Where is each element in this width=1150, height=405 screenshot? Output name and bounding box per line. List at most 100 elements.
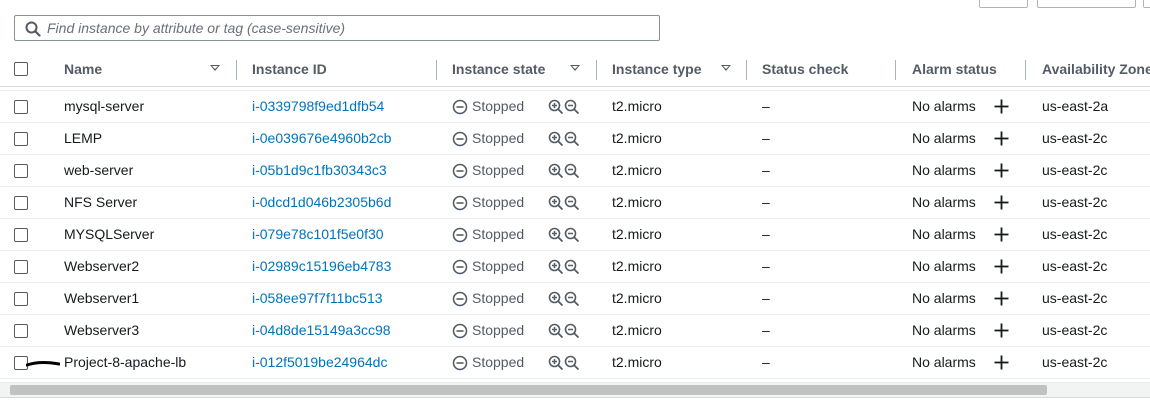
instance-type: t2.micro [612,130,662,146]
zoom-in-icon[interactable] [548,99,564,115]
instance-id-link[interactable]: i-058ee97f7f11bc513 [252,283,383,314]
zoom-out-icon[interactable] [564,131,580,147]
table-row[interactable]: Webserver2 i-02989c15196eb4783 Stopped t2.m… [0,251,1150,283]
availability-zone: us-east-2a [1042,98,1109,114]
instance-id-link[interactable]: i-05b1d9c1fb30343c3 [252,155,387,186]
plus-icon[interactable] [993,130,1010,147]
column-resizer[interactable] [436,60,437,80]
row-checkbox[interactable] [14,196,28,210]
alarm-status: No alarms [912,162,976,178]
plus-icon[interactable] [993,258,1010,275]
zoom-in-icon[interactable] [548,131,564,147]
column-resizer[interactable] [895,60,896,80]
column-header-instance-state[interactable]: Instance state [452,52,545,86]
column-header-availability-zone[interactable]: Availability Zone [1042,52,1150,86]
scrollbar-thumb[interactable] [10,385,1047,395]
plus-icon[interactable] [993,226,1010,243]
alarm-status: No alarms [912,194,976,210]
alarm-status: No alarms [912,322,976,338]
table-row[interactable]: Webserver1 i-058ee97f7f11bc513 Stopped t2.m… [0,283,1150,315]
column-header-alarm-status[interactable]: Alarm status [912,52,997,86]
column-header-name[interactable]: Name [64,52,102,86]
horizontal-scrollbar[interactable] [0,382,1150,397]
zoom-out-icon[interactable] [564,163,580,179]
zoom-out-icon[interactable] [564,99,580,115]
plus-icon[interactable] [993,98,1010,115]
sort-instance-state-icon[interactable] [570,65,580,71]
zoom-out-icon[interactable] [564,259,580,275]
row-checkbox[interactable] [14,324,28,338]
table-row[interactable]: LEMP i-0e039676e4960b2cb Stopped t2.micro – N… [0,123,1150,155]
instance-id-link[interactable]: i-0dcd1d046b2305b6d [252,187,391,218]
instance-id-link[interactable]: i-0339798f9ed1dfb54 [252,91,384,122]
select-all-checkbox[interactable] [14,62,28,76]
table-row[interactable]: Webserver3 i-04d8de15149a3cc98 Stopped t2.m… [0,315,1150,347]
column-resizer[interactable] [596,60,597,80]
plus-icon[interactable] [993,322,1010,339]
plus-icon[interactable] [993,290,1010,307]
column-resizer[interactable] [236,60,237,80]
column-header-instance-type[interactable]: Instance type [612,52,701,86]
instance-name: MYSQLServer [64,226,155,242]
zoom-in-icon[interactable] [548,259,564,275]
instance-type: t2.micro [612,258,662,274]
availability-zone: us-east-2c [1042,130,1108,146]
instance-state: Stopped [472,226,525,242]
instance-id-link[interactable]: i-02989c15196eb4783 [252,251,391,282]
stopped-circle-icon [452,163,468,179]
status-check: – [762,162,770,178]
zoom-out-icon[interactable] [564,227,580,243]
instance-id-link[interactable]: i-012f5019be24964dc [252,347,387,378]
column-header-status-check[interactable]: Status check [762,52,848,86]
row-checkbox[interactable] [14,292,28,306]
row-checkbox[interactable] [14,100,28,114]
zoom-in-icon[interactable] [548,291,564,307]
availability-zone: us-east-2c [1042,194,1108,210]
search-field[interactable] [14,15,660,41]
instance-id-link[interactable]: i-04d8de15149a3cc98 [252,315,391,346]
table-row[interactable]: NFS Server i-0dcd1d046b2305b6d Stopped t2.m… [0,187,1150,219]
sort-name-icon[interactable] [210,65,220,71]
column-resizer[interactable] [746,60,747,80]
zoom-in-icon[interactable] [548,163,564,179]
connect-button[interactable] [1037,0,1136,8]
instance-id-link[interactable]: i-079e78c101f5e0f30 [252,219,384,250]
column-header-instance-id[interactable]: Instance ID [252,52,327,86]
plus-icon[interactable] [993,354,1010,371]
status-check: – [762,226,770,242]
zoom-out-icon[interactable] [564,195,580,211]
alarm-status: No alarms [912,258,976,274]
instance-state: Stopped [472,162,525,178]
table-row[interactable]: MYSQLServer i-079e78c101f5e0f30 Stopped t2.… [0,219,1150,251]
instance-id-link[interactable]: i-0e039676e4960b2cb [252,123,391,154]
zoom-in-icon[interactable] [548,195,564,211]
table-row[interactable]: Project-8-apache-lb i-012f5019be24964dc St… [0,347,1150,379]
instance-type: t2.micro [612,194,662,210]
status-check: – [762,258,770,274]
zoom-in-icon[interactable] [548,355,564,371]
instance-state-button[interactable] [1143,0,1150,8]
plus-icon[interactable] [993,162,1010,179]
search-input[interactable] [47,17,647,39]
zoom-in-icon[interactable] [548,227,564,243]
zoom-out-icon[interactable] [564,323,580,339]
table-row[interactable]: mysql-server i-0339798f9ed1dfb54 Stopped t2… [0,91,1150,123]
row-checkbox[interactable] [14,228,28,242]
zoom-out-icon[interactable] [564,355,580,371]
refresh-button[interactable] [979,0,1028,8]
column-resizer[interactable] [1025,60,1026,80]
instance-type: t2.micro [612,226,662,242]
sort-instance-type-icon[interactable] [721,65,731,71]
availability-zone: us-east-2c [1042,162,1108,178]
availability-zone: us-east-2c [1042,290,1108,306]
zoom-in-icon[interactable] [548,323,564,339]
table-row[interactable]: web-server i-05b1d9c1fb30343c3 Stopped t2.m… [0,155,1150,187]
zoom-out-icon[interactable] [564,291,580,307]
stopped-circle-icon [452,355,468,371]
row-checkbox[interactable] [14,164,28,178]
row-checkbox[interactable] [14,260,28,274]
row-checkbox[interactable] [14,132,28,146]
instance-state: Stopped [472,354,525,370]
availability-zone: us-east-2c [1042,226,1108,242]
plus-icon[interactable] [993,194,1010,211]
